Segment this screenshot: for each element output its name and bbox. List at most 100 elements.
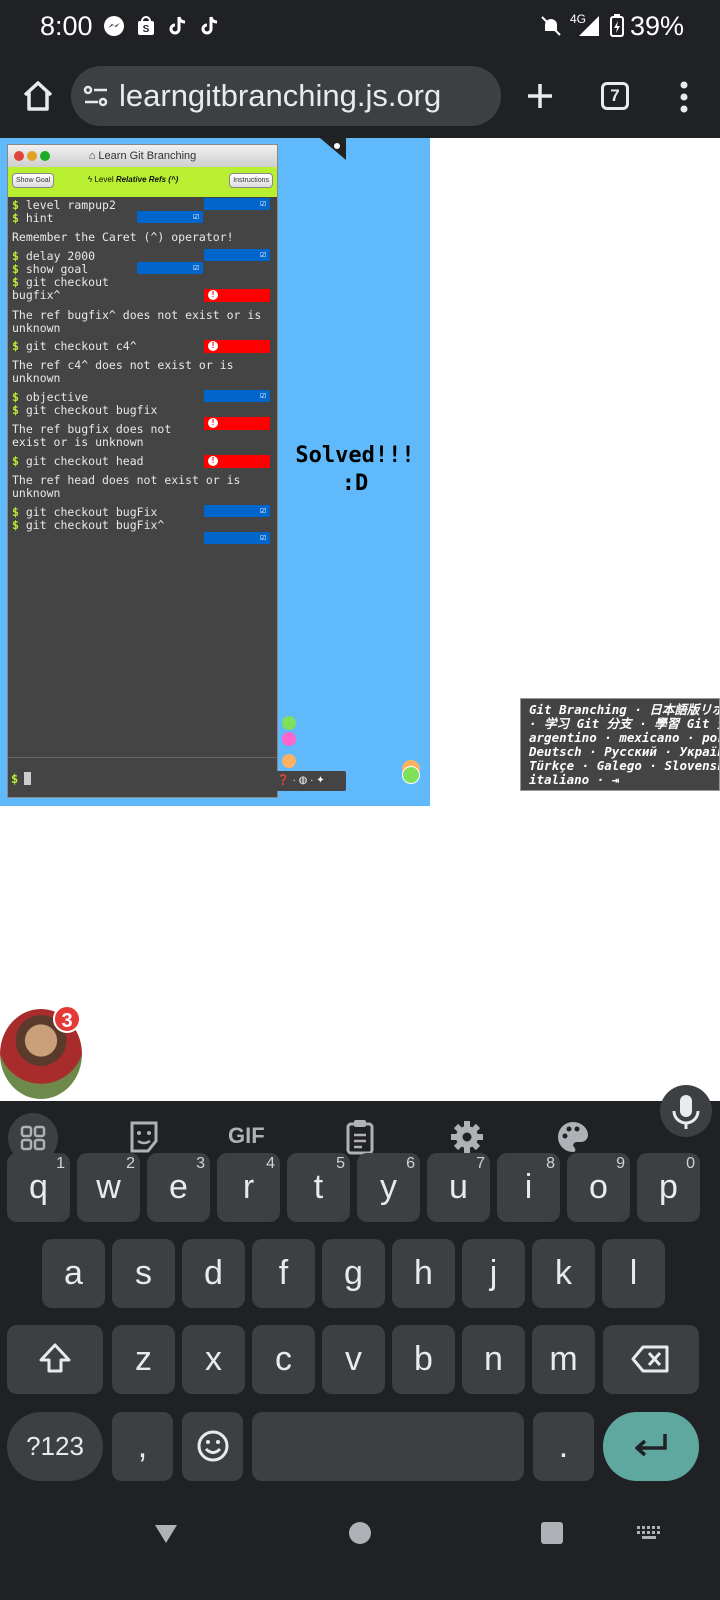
- period-key[interactable]: .: [533, 1412, 594, 1481]
- key-hint: 2: [126, 1155, 135, 1172]
- key-f[interactable]: f: [252, 1239, 315, 1308]
- commit-node[interactable]: [282, 754, 296, 768]
- key-i[interactable]: i8: [497, 1153, 560, 1222]
- key-l[interactable]: l: [602, 1239, 665, 1308]
- success-indicator: ☑: [204, 532, 270, 544]
- key-e[interactable]: e3: [147, 1153, 210, 1222]
- comma-key[interactable]: ,: [112, 1412, 173, 1481]
- language-line[interactable]: Türkçe · Galego · Slovensko: [529, 759, 719, 773]
- key-u[interactable]: u7: [427, 1153, 490, 1222]
- key-q[interactable]: q1: [7, 1153, 70, 1222]
- status-time: 8:00: [40, 11, 93, 41]
- symbols-key[interactable]: ?123: [7, 1412, 103, 1481]
- key-k[interactable]: k: [532, 1239, 595, 1308]
- messenger-icon: [101, 14, 127, 40]
- chat-head-avatar[interactable]: 3: [0, 1005, 82, 1099]
- key-o[interactable]: o9: [567, 1153, 630, 1222]
- key-r[interactable]: r4: [217, 1153, 280, 1222]
- key-c[interactable]: c: [252, 1325, 315, 1394]
- address-bar[interactable]: learngitbranching.js.org: [71, 66, 501, 126]
- terminal-input[interactable]: $: [8, 757, 277, 799]
- enter-key[interactable]: [603, 1412, 699, 1481]
- check-icon: ☑: [259, 532, 266, 543]
- key-h[interactable]: h: [392, 1239, 455, 1308]
- key-z[interactable]: z: [112, 1325, 175, 1394]
- key-g[interactable]: g: [322, 1239, 385, 1308]
- check-icon: ☑: [259, 390, 266, 401]
- error-icon: !: [208, 290, 218, 300]
- tab-switcher-button[interactable]: 7: [601, 82, 629, 110]
- shop-icon: S: [133, 14, 159, 40]
- language-line[interactable]: · 学习 Git 分支 · 學習 Git 分支: [529, 717, 719, 731]
- check-icon: ☑: [259, 249, 266, 260]
- commit-node[interactable]: [282, 716, 296, 730]
- key-a[interactable]: a: [42, 1239, 105, 1308]
- language-line[interactable]: Deutsch · Русский · Українсь: [529, 745, 719, 759]
- home-icon[interactable]: [20, 78, 56, 114]
- key-j[interactable]: j: [462, 1239, 525, 1308]
- microphone-icon[interactable]: [660, 1085, 712, 1137]
- key-s[interactable]: s: [112, 1239, 175, 1308]
- key-m[interactable]: m: [532, 1325, 595, 1394]
- check-icon: ☑: [192, 211, 199, 222]
- gif-button[interactable]: GIF: [228, 1123, 265, 1149]
- key-w[interactable]: w2: [77, 1153, 140, 1222]
- key-v[interactable]: v: [322, 1325, 385, 1394]
- recents-nav-icon[interactable]: [541, 1522, 563, 1544]
- language-line[interactable]: Git Branching · 日本語版リポジ: [529, 703, 719, 717]
- status-bar: 8:00 S 4G 39%: [0, 0, 720, 56]
- battery-icon: [604, 14, 630, 40]
- key-t[interactable]: t5: [287, 1153, 350, 1222]
- key-b[interactable]: b: [392, 1325, 455, 1394]
- settings-gear-icon[interactable]: [447, 1117, 487, 1157]
- instructions-button[interactable]: Instructions: [229, 173, 273, 188]
- help-icon[interactable]: ❓: [277, 775, 289, 786]
- emoji-key[interactable]: [182, 1412, 243, 1481]
- key-x[interactable]: x: [182, 1325, 245, 1394]
- key-hint: 5: [336, 1155, 345, 1172]
- sticker-icon[interactable]: [124, 1117, 164, 1157]
- site-settings-icon[interactable]: [83, 84, 109, 108]
- goal-node[interactable]: [402, 766, 420, 784]
- terminal-title: Learn Git Branching: [98, 150, 197, 162]
- maximize-dot-icon[interactable]: [40, 151, 50, 161]
- key-y[interactable]: y6: [357, 1153, 420, 1222]
- success-indicator: ☑: [204, 505, 270, 517]
- back-nav-icon[interactable]: [153, 1521, 179, 1547]
- more-menu-icon[interactable]: [676, 80, 692, 114]
- shift-key[interactable]: [7, 1325, 103, 1394]
- success-indicator: ☑: [204, 390, 270, 402]
- twitter-icon[interactable]: ✦: [316, 775, 324, 786]
- show-goal-button[interactable]: Show Goal: [12, 173, 55, 188]
- clipboard-icon[interactable]: [340, 1117, 380, 1157]
- language-line[interactable]: italiano · ⇥: [529, 773, 719, 787]
- input-prompt: $: [11, 772, 19, 786]
- home-nav-icon[interactable]: [349, 1522, 371, 1544]
- svg-text:S: S: [143, 24, 150, 35]
- key-d[interactable]: d: [182, 1239, 245, 1308]
- backspace-key[interactable]: [603, 1325, 699, 1394]
- terminal-window: ⌂ Learn Git Branching Show Goal ϟ Level …: [7, 144, 278, 798]
- key-label: q: [29, 1168, 48, 1206]
- new-tab-icon[interactable]: [524, 80, 556, 112]
- solved-line-1: Solved!!!: [295, 443, 415, 468]
- key-hint: 6: [406, 1155, 415, 1172]
- commit-node[interactable]: [282, 732, 296, 746]
- error-icon: !: [208, 341, 218, 351]
- keyboard-switch-icon[interactable]: [636, 1525, 662, 1541]
- space-key[interactable]: [252, 1412, 524, 1481]
- key-p[interactable]: p0: [637, 1153, 700, 1222]
- error-indicator: !: [204, 417, 270, 430]
- success-indicator: ☑: [204, 249, 270, 261]
- globe-icon[interactable]: ◍: [299, 775, 308, 786]
- theme-palette-icon[interactable]: [553, 1117, 593, 1157]
- corner-ribbon-icon[interactable]: [320, 138, 346, 160]
- key-n[interactable]: n: [462, 1325, 525, 1394]
- terminal-command: $ git checkout head: [12, 454, 144, 468]
- terminal-output-line: unknown: [12, 486, 61, 500]
- key-label: i: [524, 1168, 533, 1206]
- error-indicator: !: [204, 340, 270, 353]
- minimize-dot-icon[interactable]: [27, 151, 37, 161]
- close-dot-icon[interactable]: [14, 151, 24, 161]
- language-line[interactable]: argentino · mexicano · portu: [529, 731, 719, 745]
